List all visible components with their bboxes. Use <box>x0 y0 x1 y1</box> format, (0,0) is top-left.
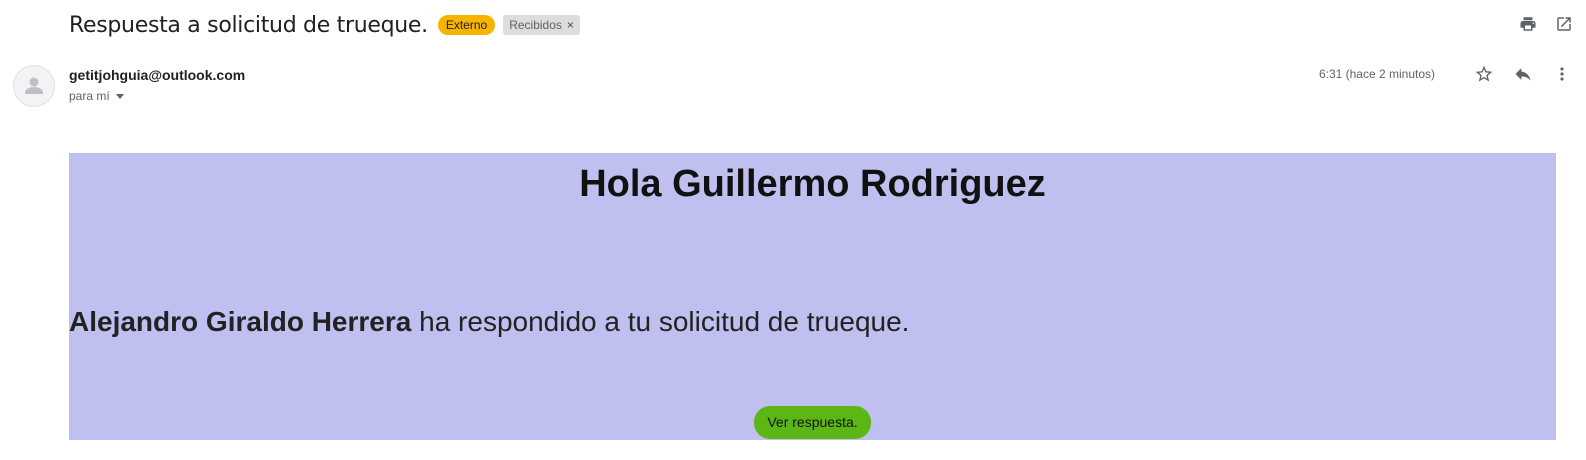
greeting-heading: Hola Guillermo Rodriguez <box>579 163 1046 205</box>
cta-wrapper: Ver respuesta. <box>69 406 1556 439</box>
more-vert-icon[interactable] <box>1552 64 1572 84</box>
recipient-dropdown[interactable]: para mí <box>69 89 124 103</box>
view-response-button[interactable]: Ver respuesta. <box>754 406 871 439</box>
thread-actions <box>1518 14 1574 34</box>
external-label[interactable]: Externo <box>437 15 496 35</box>
message-meta: 6:31 (hace 2 minutos) <box>1319 64 1572 84</box>
message-text: Alejandro Giraldo Herrera ha respondido … <box>69 306 909 338</box>
inbox-label[interactable]: Recibidos × <box>503 15 580 35</box>
sender-avatar[interactable] <box>13 65 55 107</box>
email-subject: Respuesta a solicitud de trueque. <box>69 12 428 38</box>
print-icon[interactable] <box>1518 14 1538 34</box>
remove-label-icon[interactable]: × <box>567 17 574 33</box>
default-avatar-icon <box>25 77 43 94</box>
subject-row: Respuesta a solicitud de trueque. Extern… <box>69 10 580 40</box>
reply-icon[interactable] <box>1513 64 1533 84</box>
sender-email[interactable]: getitjohguia@outlook.com <box>69 67 245 83</box>
message-rest: ha respondido a tu solicitud de trueque. <box>411 306 910 337</box>
open-in-new-window-icon[interactable] <box>1554 14 1574 34</box>
message-time: 6:31 (hace 2 minutos) <box>1318 67 1435 81</box>
inbox-label-text: Recibidos <box>509 18 562 32</box>
star-icon[interactable] <box>1474 64 1494 84</box>
email-body: Hola Guillermo Rodriguez Alejandro Giral… <box>69 153 1556 440</box>
chevron-down-icon <box>115 93 124 99</box>
recipient-text: para mí <box>69 89 110 103</box>
responder-name: Alejandro Giraldo Herrera <box>69 306 412 337</box>
